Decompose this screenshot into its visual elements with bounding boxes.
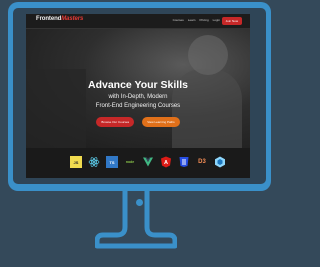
angular-icon: A	[160, 156, 172, 168]
javascript-icon: JS	[70, 156, 82, 168]
hero-subtitle-line1: with In-Depth, Modern	[108, 94, 168, 100]
browse-courses-button[interactable]: Browse Our Courses	[96, 117, 135, 127]
tech-logo-strip: JS TS node A D3	[26, 148, 250, 178]
svg-text:A: A	[164, 160, 168, 166]
logo-main-text: Frontend	[36, 16, 62, 22]
d3-icon: D3	[198, 159, 206, 165]
nav-link-pricing[interactable]: Pricing	[199, 18, 208, 22]
monitor-stand	[95, 191, 177, 249]
nodejs-icon: node	[125, 160, 135, 164]
site-logo[interactable]: FrontendMasters	[36, 16, 83, 22]
react-icon	[88, 156, 100, 168]
typescript-icon: TS	[106, 156, 118, 168]
learning-paths-button[interactable]: View Learning Paths	[142, 117, 180, 127]
hero-title: Advance Your Skills	[88, 79, 188, 91]
join-now-button[interactable]: Join Now	[221, 17, 242, 25]
hero-cta-row: Browse Our Courses View Learning Paths	[26, 117, 250, 127]
logo-accent-text: Masters	[61, 16, 84, 22]
hero-person-head	[188, 35, 228, 75]
monitor-screen: FrontendMasters Courses Learn Pricing Lo…	[26, 14, 250, 178]
nav-link-courses[interactable]: Courses	[173, 18, 184, 22]
nav-link-learn[interactable]: Learn	[188, 18, 196, 22]
vue-icon	[142, 156, 154, 168]
webpack-icon	[214, 156, 226, 168]
main-nav: Courses Learn Pricing Login	[173, 18, 220, 22]
site-header: FrontendMasters Courses Learn Pricing Lo…	[26, 14, 250, 29]
css3-icon	[178, 156, 190, 168]
nav-link-login[interactable]: Login	[213, 18, 220, 22]
hero-section: Advance Your Skills with In-Depth, Moder…	[26, 29, 250, 148]
tech-logo-row: JS TS node A D3	[70, 156, 226, 168]
hero-subtitle-line2: Front-End Engineering Courses	[95, 103, 181, 109]
